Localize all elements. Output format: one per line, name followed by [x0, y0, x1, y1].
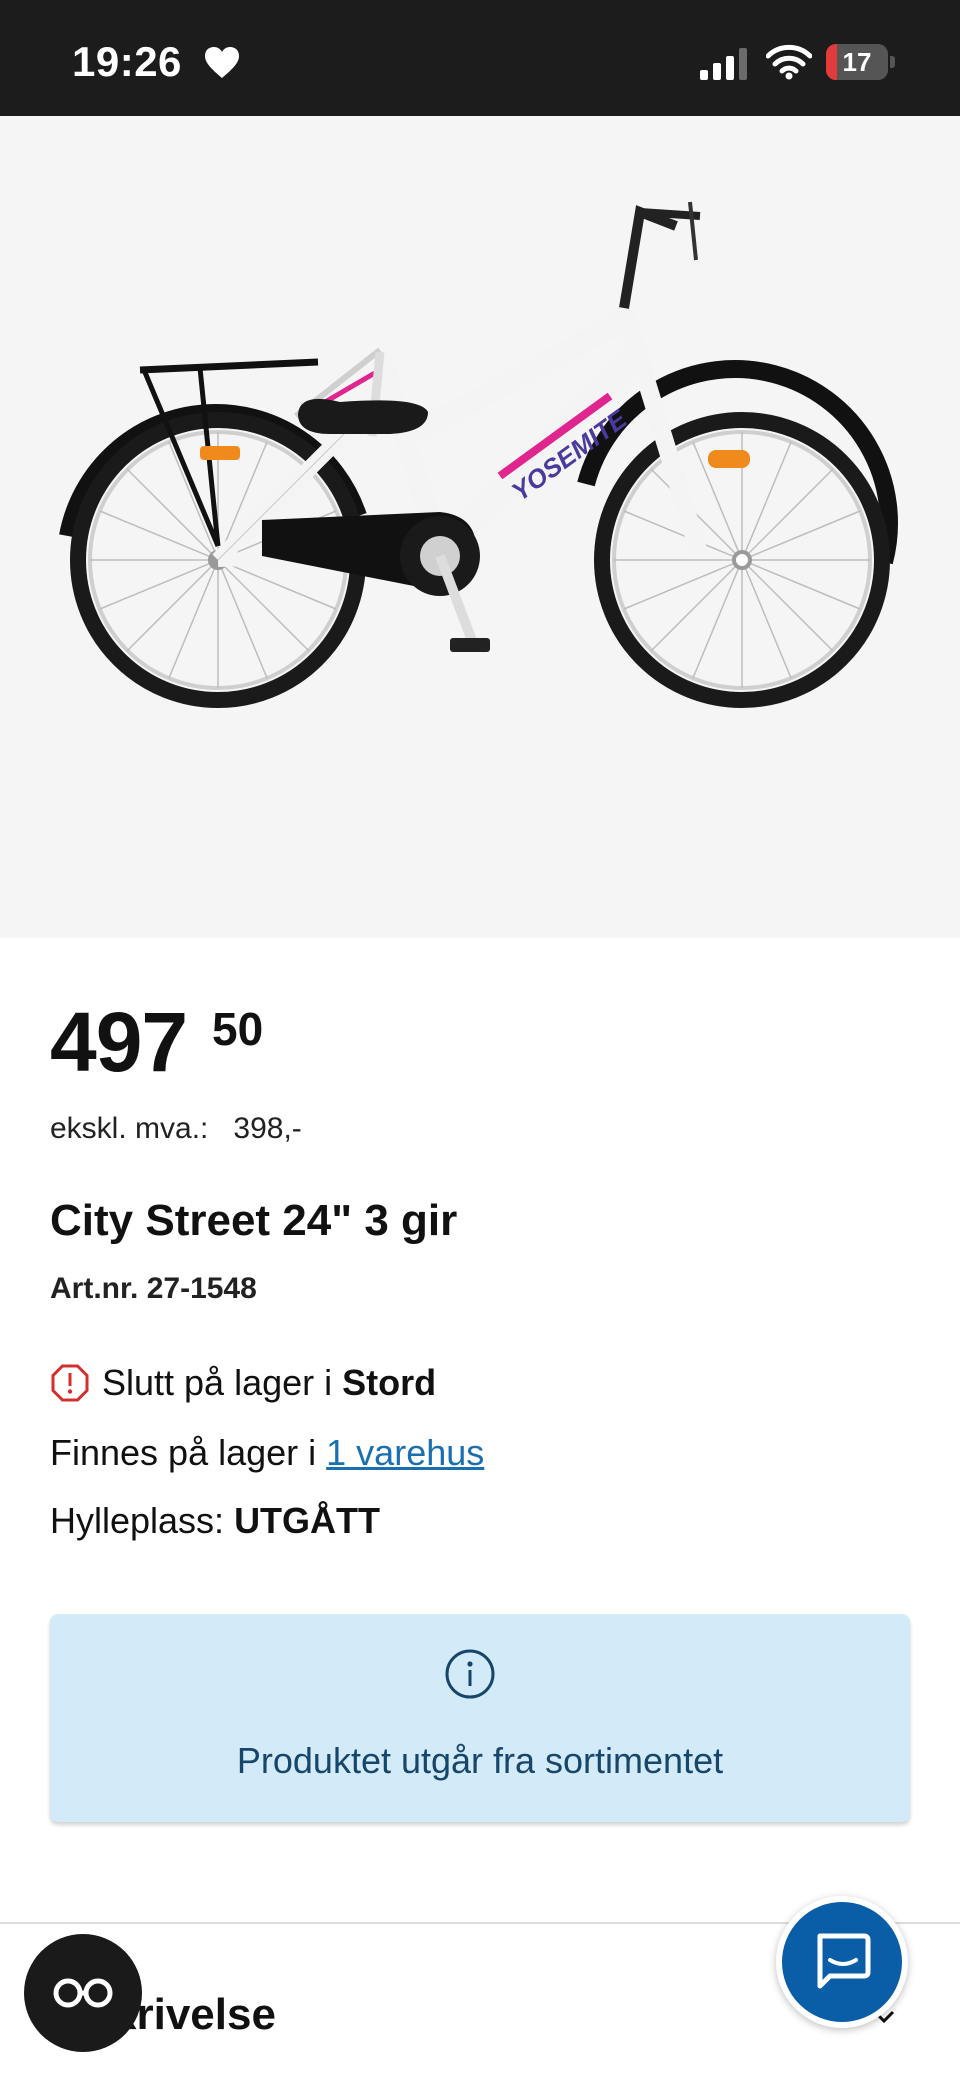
- shelf-location: Hylleplass: UTGÅTT: [50, 1500, 380, 1542]
- out-of-stock-store: Stord: [342, 1362, 437, 1403]
- signal-icon: [700, 48, 747, 80]
- product-title: City Street 24" 3 gir: [50, 1196, 458, 1245]
- price-ex-vat: ekskl. mva.: 398,-: [50, 1112, 302, 1146]
- glasses-icon: [53, 1978, 113, 2008]
- price-cents: 50: [212, 1003, 264, 1055]
- chat-icon: [817, 1933, 871, 1989]
- shelf-value: UTGÅTT: [234, 1500, 381, 1541]
- in-stock-text: Finnes på lager i: [50, 1432, 327, 1473]
- status-time: 19:26: [72, 38, 182, 85]
- article-number: Art.nr. 27-1548: [50, 1272, 257, 1306]
- bicycle-illustration: YOSEMITE: [59, 201, 899, 708]
- shelf-label: Hylleplass:: [50, 1500, 235, 1541]
- product-image[interactable]: YOSEMITE: [0, 116, 960, 938]
- wifi-icon: [766, 44, 812, 80]
- discontinued-text: Produktet utgår fra sortimentet: [236, 1740, 724, 1781]
- ex-vat-value: 398,-: [233, 1112, 302, 1145]
- out-of-stock-text: Slutt på lager i: [102, 1362, 343, 1403]
- warning-octagon-icon: [51, 1364, 89, 1402]
- heart-icon: [205, 47, 239, 78]
- battery-icon: 17: [826, 44, 895, 80]
- accessibility-button[interactable]: [24, 1934, 142, 2052]
- info-icon: [445, 1649, 495, 1699]
- ex-vat-label: ekskl. mva.:: [50, 1112, 209, 1145]
- discontinued-notice: Produktet utgår fra sortimentet: [50, 1614, 910, 1822]
- warehouse-link[interactable]: 1 varehus: [326, 1432, 484, 1473]
- art-label: Art.nr.: [50, 1272, 139, 1305]
- price-main: 497: [50, 995, 188, 1089]
- in-stock-status: Finnes på lager i 1 varehus: [50, 1432, 484, 1474]
- status-bar: 19:26 17: [0, 0, 960, 116]
- chat-button[interactable]: [776, 1896, 908, 2028]
- art-number: 27-1548: [146, 1272, 257, 1305]
- out-of-stock-status: Slutt på lager i Stord: [50, 1362, 436, 1404]
- battery-level: 17: [842, 47, 872, 77]
